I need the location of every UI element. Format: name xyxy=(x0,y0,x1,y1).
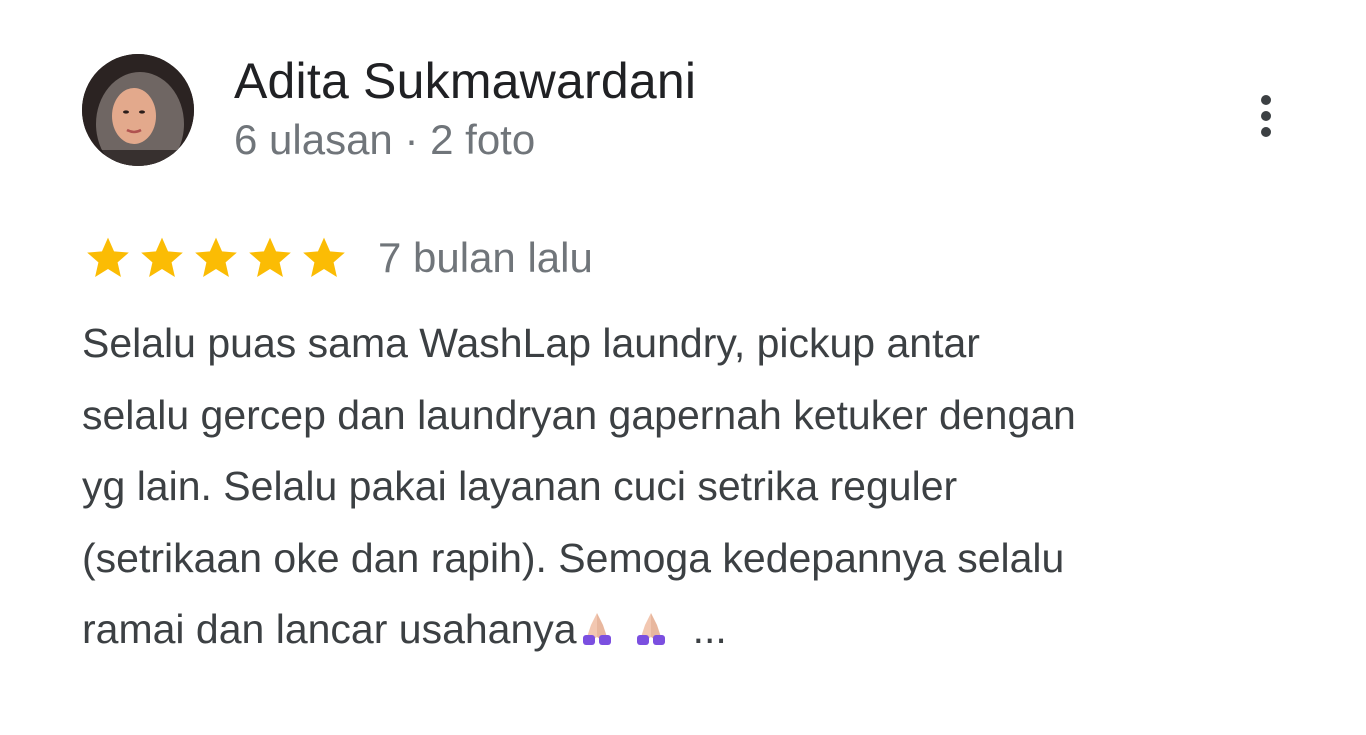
review-line: Selalu puas sama WashLap laundry, pickup… xyxy=(82,320,980,366)
reviewer-meta: 6 ulasan · 2 foto xyxy=(234,116,536,163)
avatar[interactable] xyxy=(82,54,194,166)
star-icon xyxy=(249,237,291,277)
user-photo-icon xyxy=(82,54,194,166)
review-line: (setrikaan oke dan rapih). Semoga kedepa… xyxy=(82,534,1065,581)
review-text: Selalu puas sama WashLap laundry, pickup… xyxy=(82,308,1302,670)
review-line: selalu gercep dan laundryan gapernah ket… xyxy=(82,391,1076,438)
star-icon xyxy=(87,237,129,277)
rating-row: 7 bulan lalu xyxy=(82,232,593,284)
review-time: 7 bulan lalu xyxy=(378,234,593,281)
more-options-button[interactable] xyxy=(1244,88,1288,144)
star-rating xyxy=(82,233,350,283)
review-card: Adita Sukmawardani 6 ulasan · 2 foto 7 b… xyxy=(0,0,1366,735)
review-last-line: ramai dan lancar usahanya... xyxy=(82,594,1302,670)
review-line: ramai dan lancar usahanya xyxy=(82,606,577,652)
star-icon xyxy=(141,237,183,277)
star-icon xyxy=(303,237,345,277)
more-vert-icon xyxy=(1261,95,1271,137)
review-line: yg lain. Selalu pakai layanan cuci setri… xyxy=(82,463,958,509)
more-text-link[interactable]: ... xyxy=(693,606,727,652)
folded-hands-icon xyxy=(631,598,671,670)
star-icon xyxy=(195,237,237,277)
folded-hands-icon xyxy=(577,598,617,670)
reviewer-name[interactable]: Adita Sukmawardani xyxy=(234,52,696,110)
